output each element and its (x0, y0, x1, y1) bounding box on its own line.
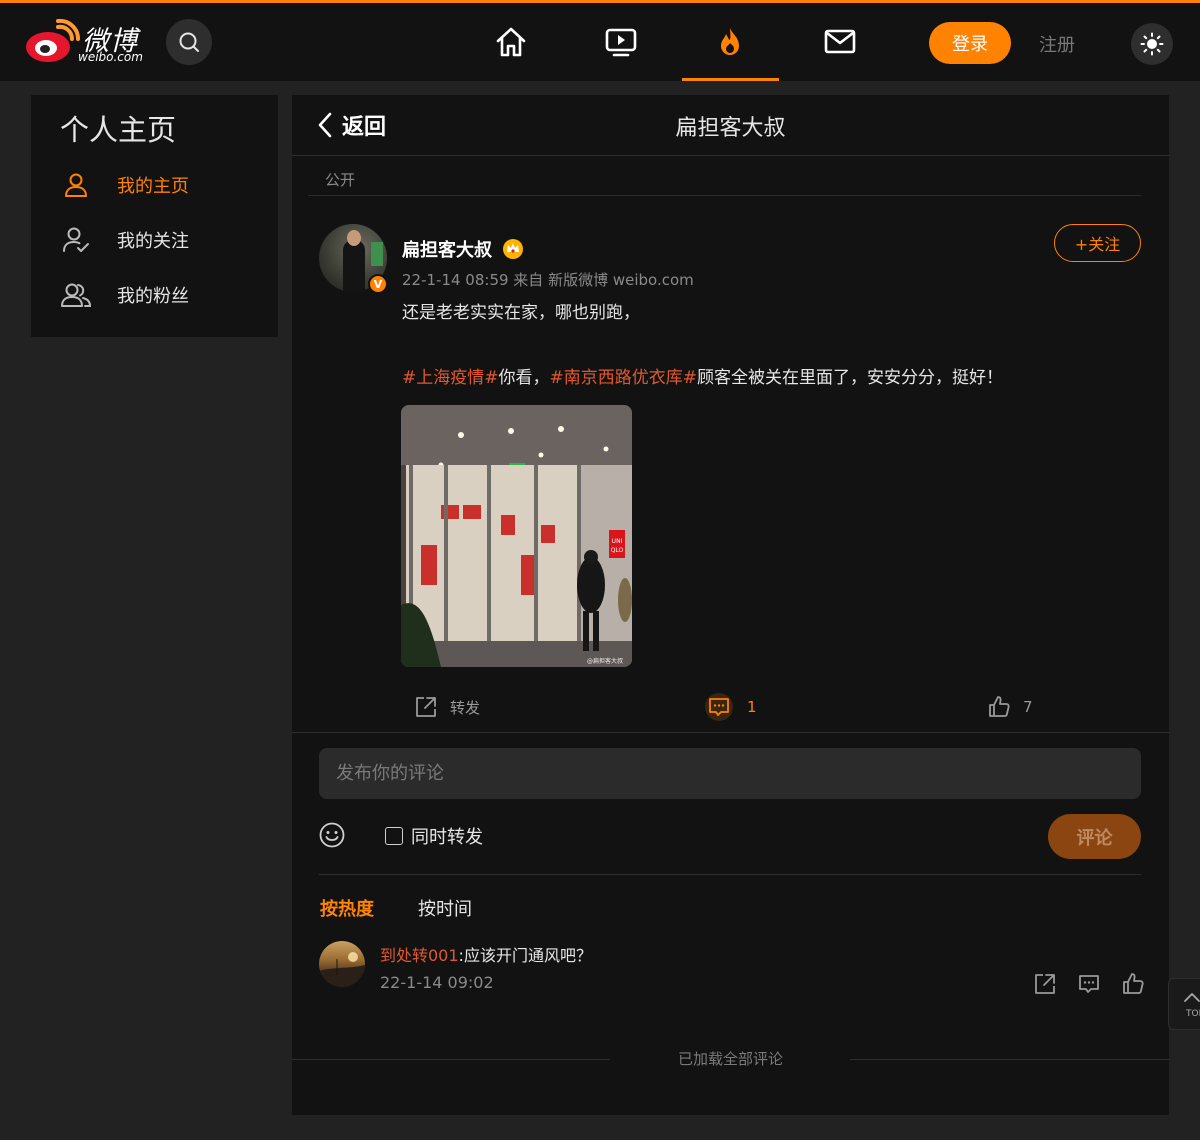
like-count: 7 (1023, 698, 1033, 716)
user-icon (61, 170, 91, 200)
repost-action[interactable]: 转发 (414, 692, 480, 722)
comment-text: 到处转001:应该开门通风吧？ (380, 942, 592, 966)
emoji-icon[interactable] (319, 822, 345, 848)
comment-input[interactable] (319, 748, 1141, 799)
sidebar-item-my-home[interactable]: 我的主页 (61, 167, 261, 203)
tab-sort-by-time[interactable]: 按时间 (418, 895, 472, 921)
search-icon (179, 32, 199, 52)
comment-action[interactable]: 1 (705, 692, 757, 722)
register-link[interactable]: 注册 (1039, 31, 1075, 57)
sidebar-item-label: 我的关注 (117, 231, 189, 252)
crown-icon (503, 239, 523, 259)
user-check-icon (61, 225, 91, 255)
nav-messages[interactable] (815, 17, 865, 67)
divider (319, 874, 1141, 875)
verified-badge: V (368, 274, 388, 294)
nav-home[interactable] (486, 17, 536, 67)
follow-button[interactable]: +关注 (1054, 224, 1141, 262)
chevron-left-icon (318, 112, 332, 138)
commenter-name[interactable]: 到处转001 (380, 946, 459, 965)
post-detail-panel: 扁担客大叔 返回 公开 V 扁担客大叔 22-1-14 08:59 来自 新版微… (292, 95, 1169, 1115)
sidebar-item-my-following[interactable]: 我的关注 (61, 222, 261, 258)
store-front-photo: UNI QLO @扁担客大叔 (401, 405, 632, 667)
back-to-top-button[interactable]: TOP (1168, 978, 1200, 1030)
also-repost-label: 同时转发 (411, 827, 483, 848)
sidebar-item-my-fans[interactable]: 我的粉丝 (61, 277, 261, 313)
weibo-logo-icon (26, 18, 81, 62)
topic-link[interactable]: #上海疫情# (402, 368, 499, 388)
svg-text:UNI: UNI (612, 538, 623, 545)
tab-sort-by-hot[interactable]: 按热度 (320, 895, 374, 921)
comment-time: 22-1-14 09:02 (380, 973, 494, 992)
mail-icon (824, 29, 856, 54)
sun-icon (1140, 32, 1164, 56)
divider (308, 195, 1141, 196)
back-to-top-label: TOP (1186, 1009, 1200, 1019)
search-button[interactable] (166, 19, 212, 65)
post-text-segment: 你看， (498, 368, 550, 388)
home-icon (496, 27, 526, 57)
sidebar-title: 个人主页 (60, 113, 177, 147)
back-label: 返回 (342, 115, 387, 140)
visibility-label: 公开 (325, 171, 356, 189)
chevron-up-icon (1184, 993, 1200, 1002)
login-button[interactable]: 登录 (929, 22, 1011, 64)
sidebar-item-label: 我的粉丝 (117, 286, 189, 307)
comment-count: 1 (747, 698, 757, 716)
commenter-avatar[interactable] (319, 941, 365, 987)
thumbs-up-icon (989, 696, 1010, 717)
repost-label: 转发 (450, 698, 481, 717)
panel-header: 扁担客大叔 返回 (292, 95, 1169, 156)
submit-comment-button[interactable]: 评论 (1048, 814, 1141, 859)
comment-share-icon[interactable] (1033, 972, 1057, 996)
top-navigation-bar: 微博 weibo.com 登录 注册 (0, 0, 1200, 81)
sidebar-item-label: 我的主页 (117, 176, 189, 197)
theme-toggle-button[interactable] (1131, 23, 1173, 65)
nav-hot[interactable] (705, 17, 755, 67)
users-icon (61, 280, 91, 310)
video-icon (605, 28, 637, 57)
post-text-line: 还是老老实实在家，哪也别跑， (402, 303, 640, 323)
logo-subtext: weibo.com (78, 50, 143, 64)
nav-video[interactable] (596, 17, 646, 67)
comment-icon (705, 693, 733, 721)
weibo-logo[interactable]: 微博 weibo.com (24, 17, 154, 67)
divider (292, 732, 1169, 733)
share-icon (416, 697, 436, 717)
back-button[interactable]: 返回 (316, 107, 386, 143)
comment-reply-icon[interactable] (1077, 972, 1101, 996)
comment-body: :应该开门通风吧？ (458, 946, 592, 965)
post-image[interactable]: UNI QLO @扁担客大叔 (401, 405, 632, 667)
also-repost-checkbox[interactable]: 同时转发 (385, 823, 483, 849)
svg-text:QLO: QLO (611, 547, 624, 554)
nav-active-indicator (682, 78, 779, 81)
image-watermark: @扁担客大叔 (587, 657, 623, 665)
comment-like-icon[interactable] (1121, 972, 1145, 996)
sidebar: 个人主页 我的主页 我的关注 我的粉丝 (31, 95, 278, 337)
topic-link[interactable]: #南京西路优衣库# (550, 368, 698, 388)
post-meta: 22-1-14 08:59 来自 新版微博 weibo.com (402, 271, 694, 289)
author-name[interactable]: 扁担客大叔 (402, 236, 492, 262)
hot-icon (721, 28, 739, 55)
like-action[interactable]: 7 (987, 692, 1033, 722)
post-text-line: #上海疫情#你看，#南京西路优衣库#顾客全被关在里面了，安安分分，挺好！ (402, 363, 1003, 388)
post-text-segment: 顾客全被关在里面了，安安分分，挺好！ (697, 368, 1003, 388)
all-comments-loaded-text: 已加载全部评论 (677, 1050, 783, 1068)
checkbox[interactable] (385, 827, 403, 845)
page-title: 扁担客大叔 (675, 116, 786, 141)
